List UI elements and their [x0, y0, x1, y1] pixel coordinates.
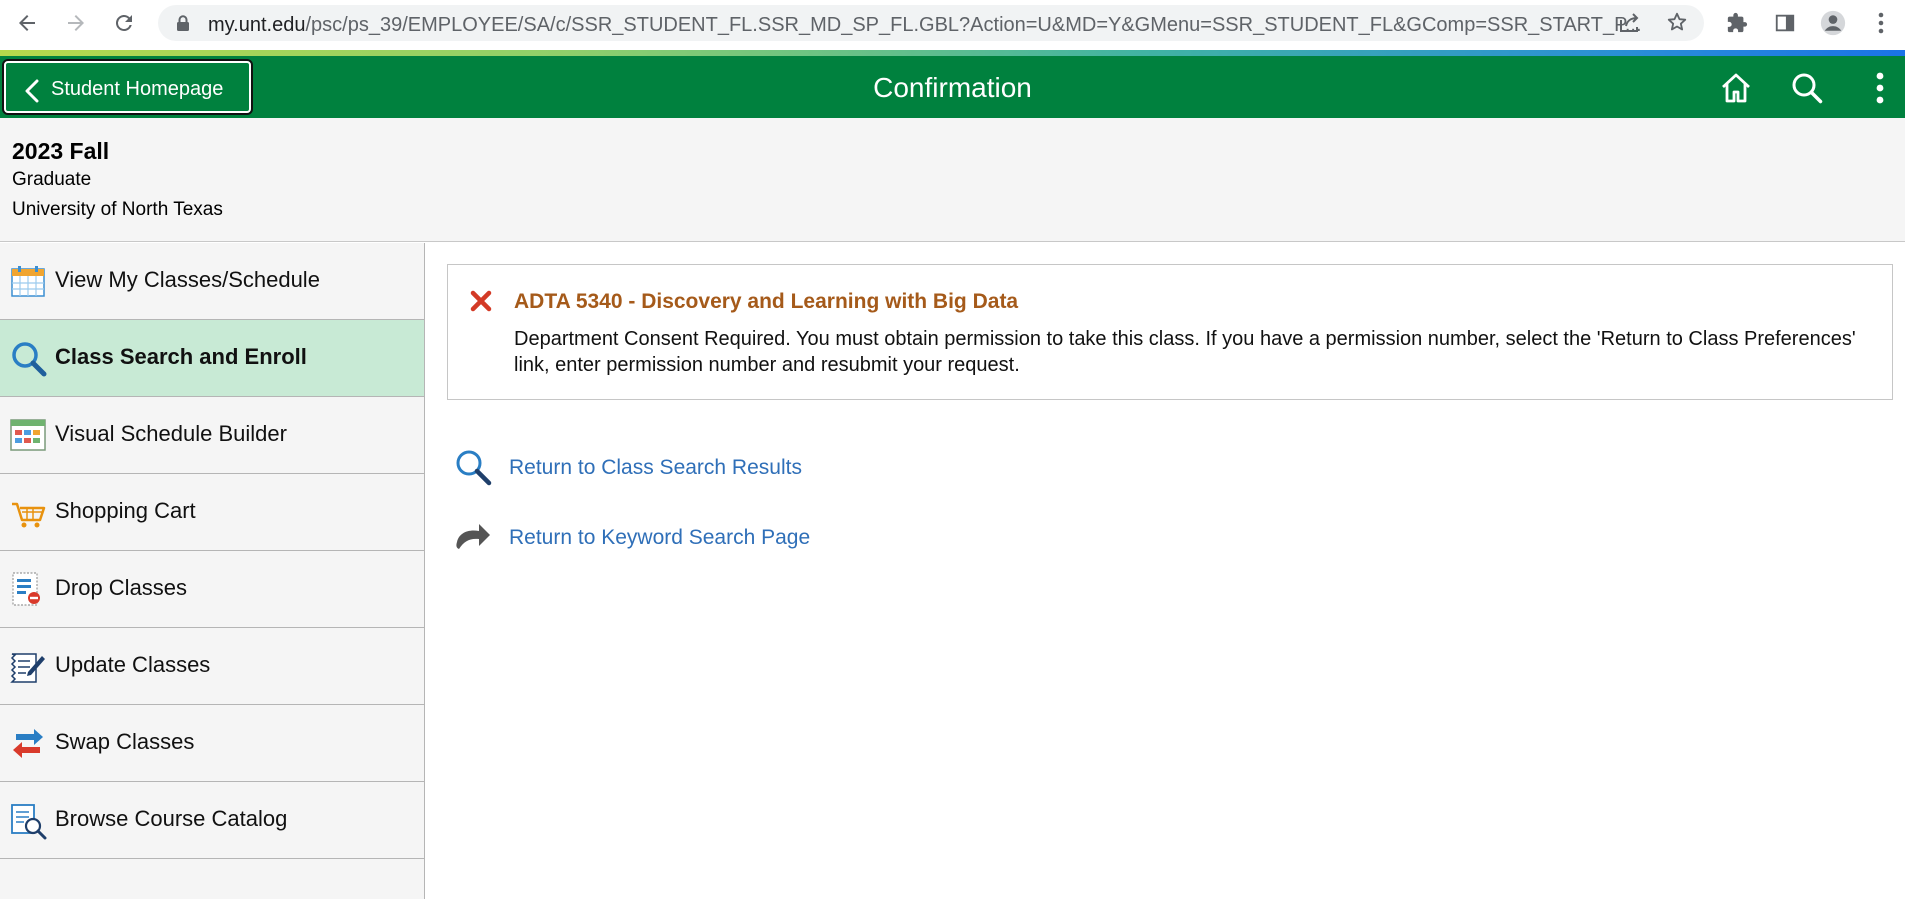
- sidebar-item-label: Class Search and Enroll: [55, 344, 307, 369]
- share-icon[interactable]: [1618, 12, 1640, 34]
- sidebar-item-label: Update Classes: [55, 652, 211, 677]
- reload-icon[interactable]: [109, 8, 139, 38]
- sidebar-item-drop-classes[interactable]: Drop Classes: [0, 551, 424, 628]
- url-path: /psc/ps_39/EMPLOYEE/SA/c/SSR_STUDENT_FL.…: [305, 14, 1642, 36]
- cart-icon: [10, 494, 46, 530]
- term-career: Graduate: [12, 169, 92, 190]
- term-banner: 2023 Fall Graduate University of North T…: [0, 118, 1905, 242]
- browser-menu-icon[interactable]: [1868, 10, 1894, 36]
- search-icon[interactable]: [1789, 70, 1825, 106]
- lock-icon: [176, 15, 190, 37]
- sidebar-item-class-search[interactable]: Class Search and Enroll: [0, 320, 424, 397]
- search-icon: [10, 340, 47, 377]
- term-name: 2023 Fall: [12, 138, 110, 164]
- sidebar-item-label: Visual Schedule Builder: [55, 421, 287, 446]
- error-message-box: ADTA 5340 - Discovery and Learning with …: [447, 264, 1893, 400]
- swap-icon: [10, 725, 46, 761]
- actions-menu-icon[interactable]: [1862, 70, 1898, 106]
- return-to-search-results-label[interactable]: Return to Class Search Results: [509, 456, 802, 480]
- back-arrow-icon[interactable]: [12, 8, 42, 38]
- return-to-keyword-search-label[interactable]: Return to Keyword Search Page: [509, 526, 810, 550]
- search-icon: [452, 446, 494, 488]
- sidebar-item-swap-classes[interactable]: Swap Classes: [0, 705, 424, 782]
- sidebar-item-shopping-cart[interactable]: Shopping Cart: [0, 474, 424, 551]
- sidebar-item-label: Drop Classes: [55, 575, 188, 600]
- browser-toolbar: my.unt.edu/psc/ps_39/EMPLOYEE/SA/c/SSR_S…: [0, 0, 1905, 46]
- error-x-icon: [469, 289, 493, 318]
- schedule-builder-icon: [10, 417, 46, 453]
- extensions-icon[interactable]: [1724, 10, 1750, 36]
- sidebar: View My Classes/Schedule Class Search an…: [0, 243, 425, 899]
- message-text: Department Consent Required. You must ob…: [514, 328, 1856, 376]
- address-bar[interactable]: my.unt.edu/psc/ps_39/EMPLOYEE/SA/c/SSR_S…: [158, 5, 1704, 41]
- sidebar-item-label: Browse Course Catalog: [55, 806, 288, 831]
- drop-icon: [10, 571, 46, 607]
- sidebar-item-label: Shopping Cart: [55, 498, 196, 523]
- bookmark-star-icon[interactable]: [1666, 11, 1688, 33]
- message-title: ADTA 5340 - Discovery and Learning with …: [514, 290, 1019, 313]
- app-header: Student Homepage Confirmation: [0, 56, 1905, 118]
- calendar-icon: [10, 263, 46, 299]
- profile-avatar-icon[interactable]: [1820, 10, 1846, 36]
- sidebar-item-label: Swap Classes: [55, 729, 195, 754]
- sidebar-item-label: View My Classes/Schedule: [55, 267, 320, 292]
- forward-arrow-icon[interactable]: [61, 8, 91, 38]
- sidebar-item-update-classes[interactable]: Update Classes: [0, 628, 424, 705]
- return-to-keyword-search-link[interactable]: Return to Keyword Search Page: [452, 516, 952, 560]
- catalog-icon: [10, 802, 47, 840]
- page-title: Confirmation: [873, 72, 1032, 103]
- return-arrow-icon: [452, 516, 494, 558]
- sidebar-item-view-my-classes[interactable]: View My Classes/Schedule: [0, 243, 424, 320]
- edit-icon: [10, 648, 46, 684]
- sidebar-item-browse-catalog[interactable]: Browse Course Catalog: [0, 782, 424, 859]
- sidebar-item-visual-schedule-builder[interactable]: Visual Schedule Builder: [0, 397, 424, 474]
- term-institution: University of North Texas: [12, 199, 223, 220]
- side-panel-icon[interactable]: [1772, 10, 1798, 36]
- return-to-search-results-link[interactable]: Return to Class Search Results: [452, 446, 952, 490]
- url-host: my.unt.edu: [208, 14, 306, 36]
- home-icon[interactable]: [1718, 70, 1754, 106]
